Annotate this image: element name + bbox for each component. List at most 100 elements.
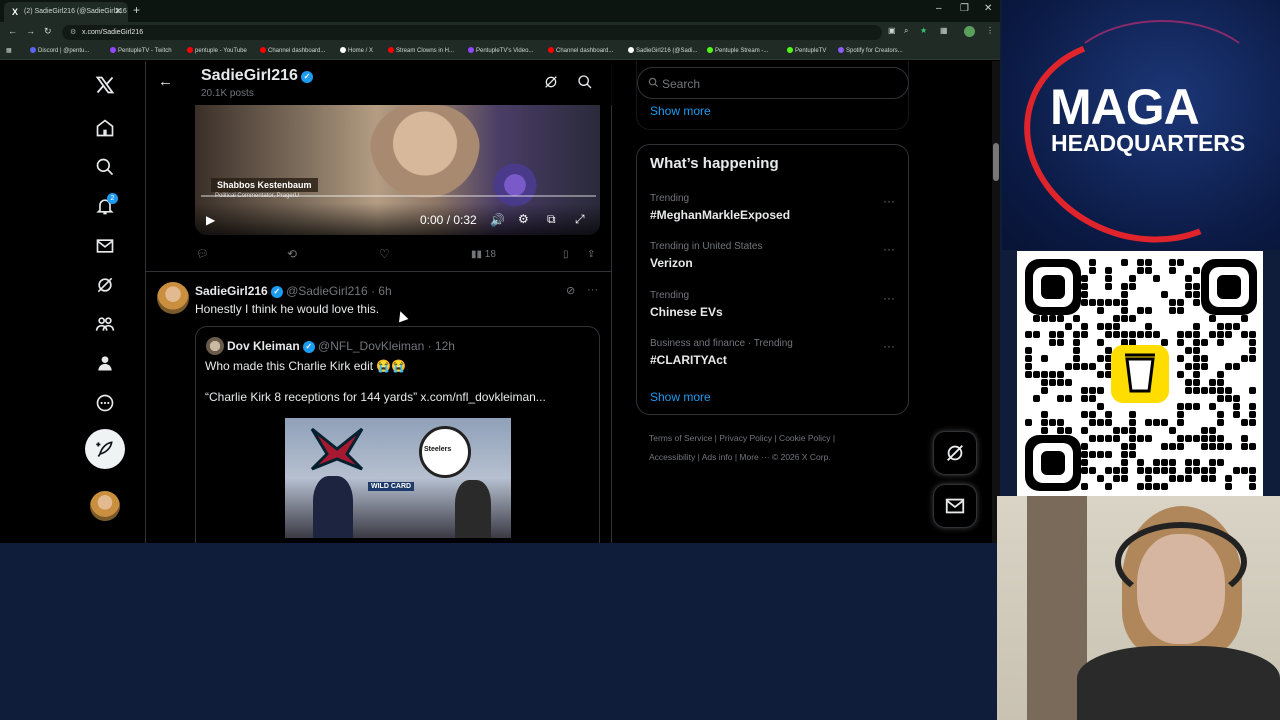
tweet-author-avatar[interactable] xyxy=(157,282,189,314)
home-icon[interactable] xyxy=(92,115,118,141)
qr-module xyxy=(1193,283,1200,290)
trend-item[interactable]: Trending #MeghanMarkleExposed ··· xyxy=(650,193,895,222)
messages-fab-button[interactable] xyxy=(933,484,977,528)
qr-code-graphic xyxy=(1025,259,1257,491)
bookmark-item[interactable]: PentupleTV - Twitch xyxy=(110,47,172,54)
quoted-text-line1: Who made this Charlie Kirk edit 😭😭 xyxy=(205,359,407,373)
picture-in-picture-icon[interactable]: ⧉ xyxy=(547,212,556,227)
trend-more-icon[interactable]: ··· xyxy=(883,339,895,353)
bookmark-item[interactable]: Spotify for Creators... xyxy=(838,47,903,54)
like-heart-icon[interactable]: ♡ xyxy=(379,247,390,261)
qr-module xyxy=(1161,467,1168,474)
show-more-link-top[interactable]: Show more xyxy=(650,104,711,118)
new-tab-icon[interactable]: + xyxy=(133,3,140,17)
more-options-icon[interactable]: ··· xyxy=(587,284,598,296)
qr-module xyxy=(1209,459,1216,466)
qr-module xyxy=(1097,387,1104,394)
menu-kebab-icon[interactable]: ⋮ xyxy=(986,26,994,35)
bookmark-item[interactable]: Pentuple Stream -... xyxy=(707,47,768,54)
bookmark-item[interactable]: Discord | @pentu... xyxy=(30,47,89,54)
bookmark-item[interactable]: PentupleTV's Video... xyxy=(468,47,533,54)
tweet-text: Honestly I think he would love this. xyxy=(195,302,380,316)
trend-more-icon[interactable]: ··· xyxy=(883,194,895,208)
trend-more-icon[interactable]: ··· xyxy=(883,242,895,256)
profile-icon[interactable] xyxy=(92,350,118,376)
grok-fab-button[interactable] xyxy=(933,431,977,475)
qr-module xyxy=(1105,467,1112,474)
scrollbar-track[interactable] xyxy=(992,61,1000,543)
qr-module xyxy=(1105,371,1112,378)
site-info-icon[interactable]: ⚙ xyxy=(70,28,76,36)
minimize-icon[interactable]: – xyxy=(936,3,942,14)
qr-module xyxy=(1249,355,1256,362)
communities-icon[interactable] xyxy=(92,311,118,337)
qr-module xyxy=(1081,331,1088,338)
reply-icon[interactable]: 💬︎ xyxy=(196,249,209,260)
x-home-logo-icon[interactable] xyxy=(92,72,118,98)
close-window-icon[interactable]: ✕ xyxy=(984,3,992,14)
trend-more-icon[interactable]: ··· xyxy=(883,291,895,305)
fullscreen-icon[interactable]: ⤢ xyxy=(575,212,585,227)
maximize-icon[interactable]: ❐ xyxy=(960,3,969,14)
bookmark-item[interactable]: SadieGirl216 (@Sadi... xyxy=(628,47,697,54)
compose-post-button[interactable] xyxy=(85,429,125,469)
close-tab-icon[interactable]: ✕ xyxy=(114,6,122,17)
qr-module xyxy=(1025,371,1032,378)
qr-module xyxy=(1097,371,1104,378)
url-field[interactable]: ⚙ x.com/SadieGirl216 xyxy=(62,25,882,40)
cast-icon[interactable]: ▣ xyxy=(888,26,896,35)
trend-item[interactable]: Trending in United States Verizon ··· xyxy=(650,241,895,270)
back-icon[interactable]: ← xyxy=(8,26,17,36)
extensions-icon[interactable]: ▦ xyxy=(940,26,948,35)
back-arrow-icon[interactable]: ← xyxy=(158,73,173,90)
reload-icon[interactable]: ↻ xyxy=(44,26,52,37)
share-icon[interactable]: ⇪ xyxy=(587,249,595,260)
quoted-tweet[interactable]: Dov Kleiman ✓ @NFL_DovKleiman · 12h Who m… xyxy=(195,326,600,543)
messages-envelope-icon[interactable] xyxy=(92,233,118,259)
scrollbar-thumb[interactable] xyxy=(993,143,999,181)
bookmark-star-icon[interactable]: ★ xyxy=(920,26,927,35)
tweet-author[interactable]: SadieGirl216 ✓ @SadieGirl216 · 6h xyxy=(195,284,392,298)
views-button[interactable]: ▮▮ 18 xyxy=(471,249,496,260)
footer-links-line2[interactable]: Accessibility | Ads info | More ··· © 20… xyxy=(649,452,831,462)
qr-module xyxy=(1081,459,1088,466)
bookmark-item[interactable]: Channel dashboard... xyxy=(260,47,325,54)
show-more-link[interactable]: Show more xyxy=(650,390,711,404)
search-icon[interactable] xyxy=(92,154,118,180)
qr-module xyxy=(1081,451,1088,458)
quoted-media-image[interactable]: Steelers WILD CARD xyxy=(285,418,511,538)
grok-icon[interactable] xyxy=(543,74,559,95)
qr-module xyxy=(1129,443,1136,450)
search-placeholder: Search xyxy=(662,77,701,91)
repost-icon[interactable]: ⟲ xyxy=(287,247,297,261)
bookmark-item[interactable]: PentupleTV xyxy=(787,47,826,54)
qr-module xyxy=(1121,331,1128,338)
profile-avatar[interactable] xyxy=(964,26,975,37)
bookmark-item[interactable]: Channel dashboard... xyxy=(548,47,613,54)
footer-links-line1[interactable]: Terms of Service | Privacy Policy | Cook… xyxy=(649,433,835,443)
settings-gear-icon[interactable]: ⚙ xyxy=(518,212,529,226)
qr-module xyxy=(1041,411,1048,418)
video-player[interactable]: Shabbos Kestenbaum Political Commentator… xyxy=(195,105,600,235)
volume-icon[interactable]: 🔊 xyxy=(490,213,505,227)
search-input[interactable]: Search xyxy=(637,67,909,99)
tab-active[interactable]: X (2) SadieGirl216 (@SadieGirl216 ✕ xyxy=(4,2,128,22)
bookmark-item[interactable]: pentuple - YouTube xyxy=(187,47,247,54)
bookmark-icon[interactable]: ▯ xyxy=(563,249,569,260)
play-icon[interactable]: ▶ xyxy=(206,213,215,227)
trend-context: Trending xyxy=(650,193,690,204)
trend-item[interactable]: Business and finance · Trending #CLARITY… xyxy=(650,338,895,367)
trend-item[interactable]: Trending Chinese EVs ··· xyxy=(650,290,895,319)
forward-icon[interactable]: → xyxy=(26,26,35,36)
grok-icon[interactable] xyxy=(92,272,118,298)
url-text: x.com/SadieGirl216 xyxy=(82,29,144,36)
zoom-icon[interactable]: ⌕ xyxy=(904,26,908,36)
bookmark-item[interactable]: Stream Clowns in H... xyxy=(388,47,454,54)
search-icon[interactable] xyxy=(577,74,593,95)
bookmark-item[interactable]: Home / X xyxy=(340,47,373,54)
video-progress-bar[interactable] xyxy=(201,195,596,197)
account-avatar[interactable] xyxy=(90,491,120,521)
more-circle-icon[interactable] xyxy=(92,390,118,416)
apps-icon[interactable]: ▦ xyxy=(6,47,12,54)
grok-icon[interactable]: ⊘ xyxy=(566,284,575,297)
